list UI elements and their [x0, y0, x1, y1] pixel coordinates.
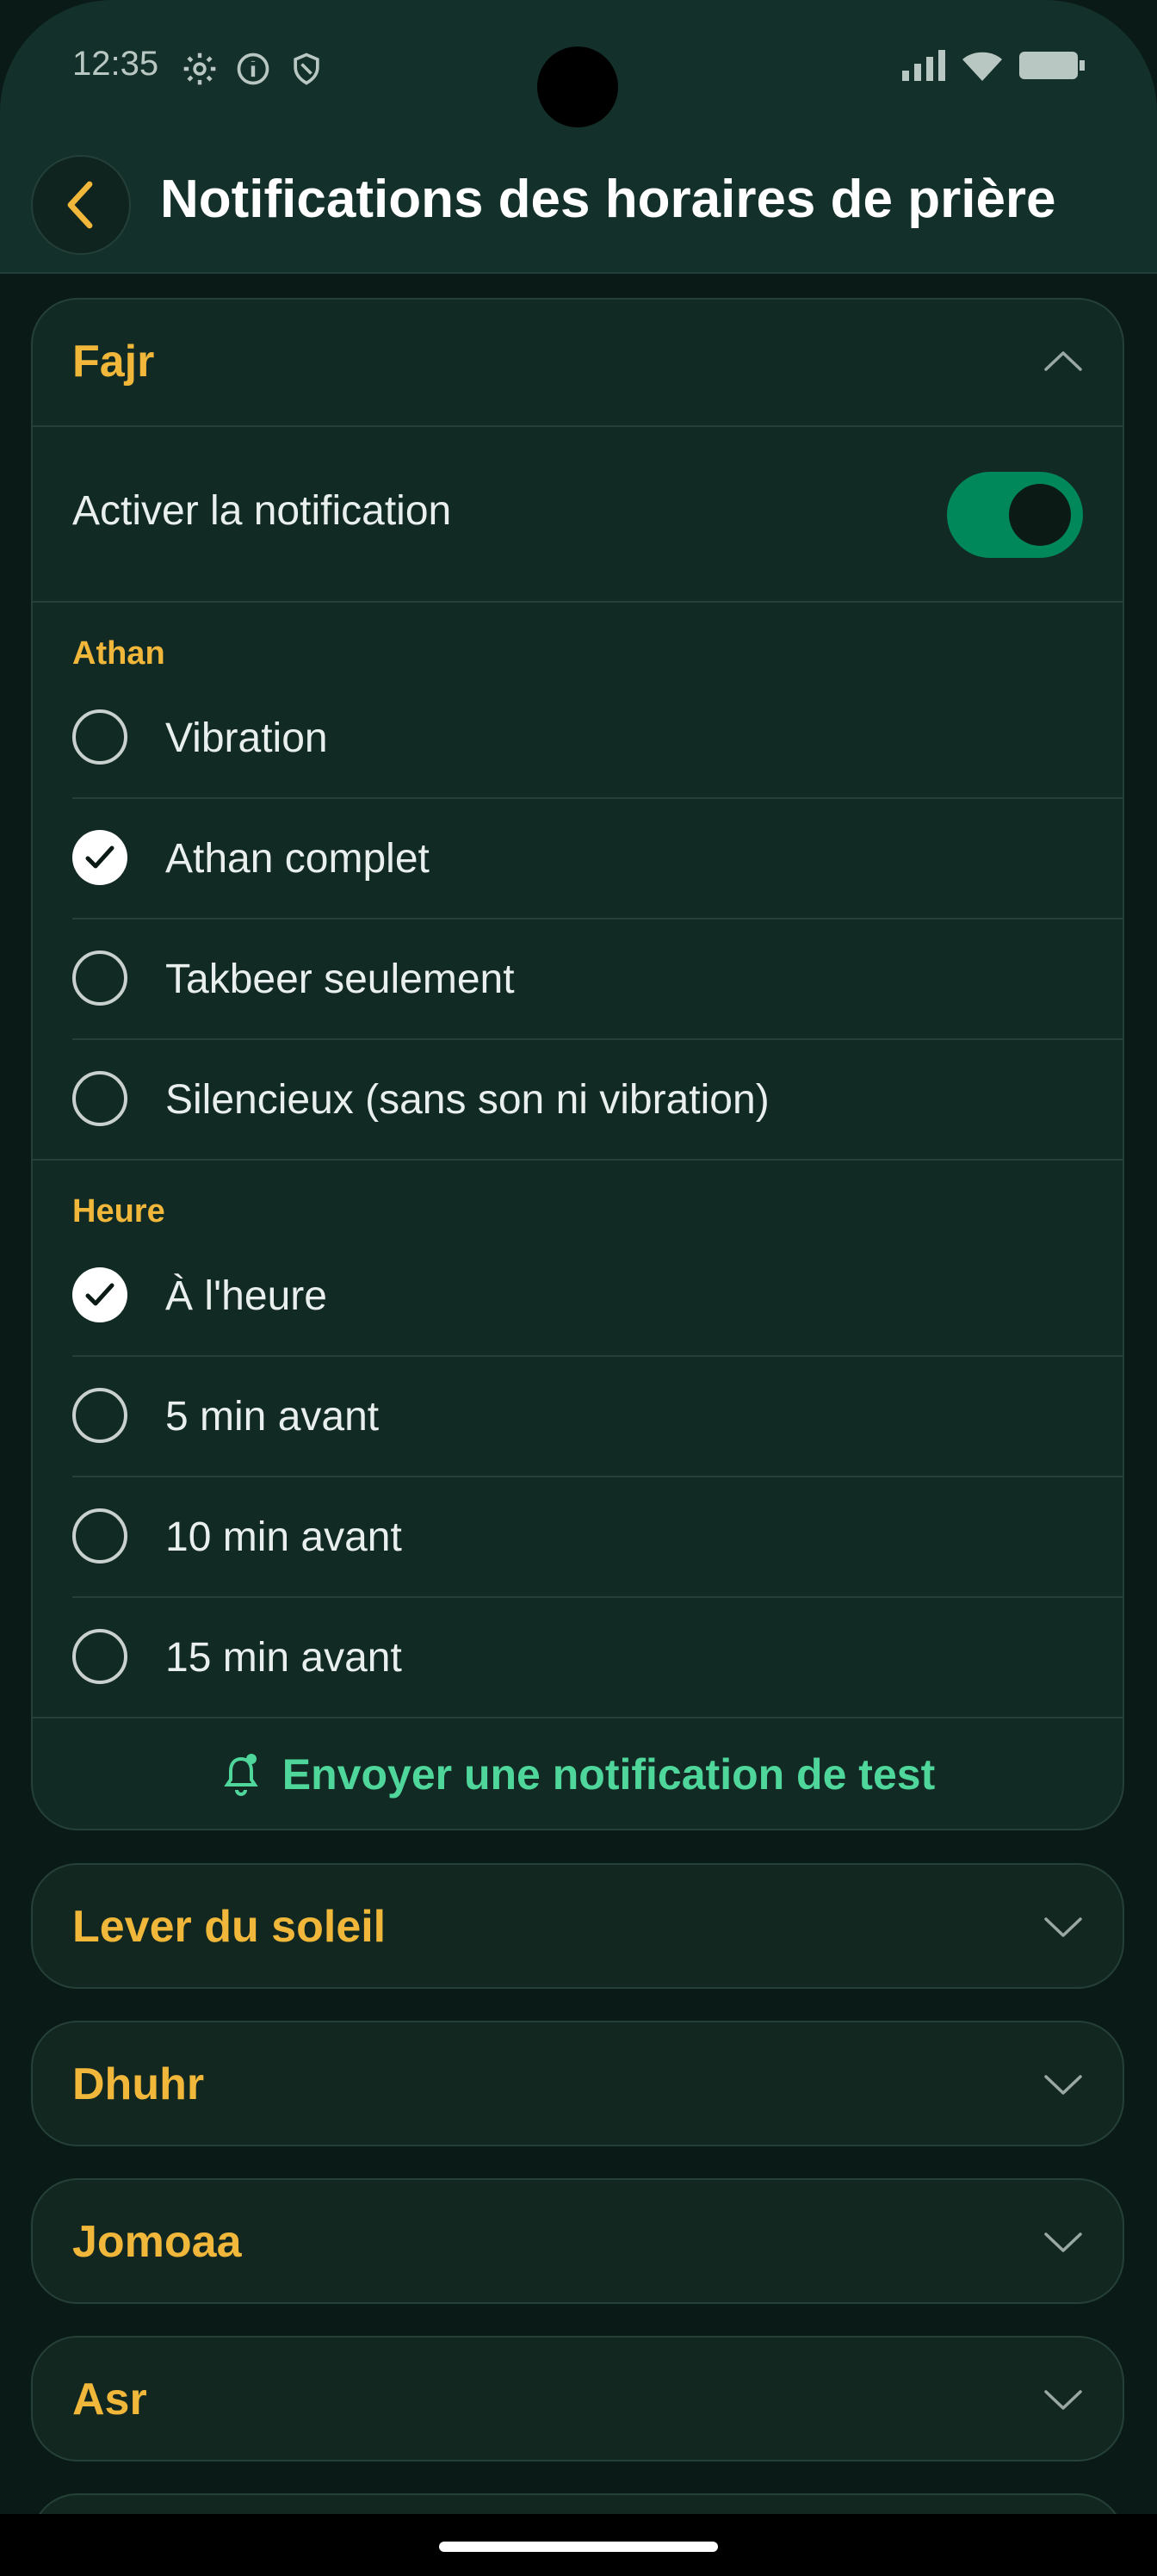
radio-unchecked[interactable] [72, 1388, 127, 1443]
wifi-icon [962, 52, 1002, 81]
battery-icon [1019, 52, 1085, 79]
radio-unchecked[interactable] [72, 951, 127, 1006]
signal-icon [902, 50, 945, 81]
checkmark-icon [85, 845, 114, 869]
prayer-title: Dhuhr [72, 2059, 205, 2109]
time-option-on-time[interactable]: À l'heure [72, 1236, 1123, 1355]
back-button[interactable] [31, 155, 131, 255]
enable-notification-label: Activer la notification [72, 488, 452, 534]
page-title: Notifications des horaires de prière [160, 170, 1056, 229]
prayer-title: Fajr [72, 337, 155, 387]
prayer-card-sunrise[interactable]: Lever du soleil [31, 1863, 1124, 1989]
prayer-card-fajr: Fajr Activer la notification Athan Vibra… [31, 298, 1124, 1830]
option-label: 10 min avant [165, 1514, 402, 1560]
option-label: Athan complet [165, 836, 430, 882]
divider [33, 1159, 1123, 1161]
athan-section-label: Athan [72, 635, 165, 672]
checkmark-icon [85, 1283, 114, 1306]
chevron-down-icon [1044, 1917, 1082, 1937]
test-button-label: Envoyer une notification de test [282, 1750, 936, 1799]
prayer-card-header-fajr[interactable]: Fajr [33, 300, 1123, 425]
divider [33, 601, 1123, 603]
radio-unchecked[interactable] [72, 1071, 127, 1126]
athan-option-silent[interactable]: Silencieux (sans son ni vibration) [72, 1040, 1123, 1159]
chevron-down-icon [1044, 2232, 1082, 2252]
back-arrow-icon [67, 181, 93, 229]
screen: 12:35 Notifications des horaires de priè… [0, 0, 1157, 2576]
prayer-title: Lever du soleil [72, 1902, 387, 1952]
radio-unchecked[interactable] [72, 1508, 127, 1564]
option-label: 5 min avant [165, 1394, 380, 1440]
time-option-10min[interactable]: 10 min avant [72, 1477, 1123, 1596]
prayer-title: Jomoaa [72, 2217, 242, 2267]
radio-unchecked[interactable] [72, 709, 127, 765]
radio-unchecked[interactable] [72, 1629, 127, 1684]
prayer-card-jomoaa[interactable]: Jomoaa [31, 2178, 1124, 2304]
chevron-down-icon [1044, 2075, 1082, 2095]
time-section-label: Heure [72, 1193, 165, 1229]
app-header: 12:35 Notifications des horaires de priè… [0, 0, 1157, 274]
status-bar: 12:35 [0, 0, 1157, 138]
settings-icon [183, 53, 216, 85]
shield-icon [294, 53, 319, 85]
time-option-5min[interactable]: 5 min avant [72, 1357, 1123, 1476]
send-test-notification-button[interactable]: Envoyer une notification de test [33, 1718, 1123, 1830]
toggle-knob [1009, 484, 1071, 546]
status-time: 12:35 [72, 45, 159, 83]
enable-notification-toggle[interactable] [947, 472, 1083, 558]
radio-checked[interactable] [72, 1267, 127, 1322]
athan-option-full[interactable]: Athan complet [72, 799, 1123, 918]
info-icon [237, 53, 269, 85]
divider [33, 425, 1123, 427]
athan-option-takbeer[interactable]: Takbeer seulement [72, 920, 1123, 1038]
chevron-down-icon [1044, 2390, 1082, 2410]
prayer-card-dhuhr[interactable]: Dhuhr [31, 2021, 1124, 2146]
prayer-title: Asr [72, 2375, 147, 2424]
home-indicator[interactable] [439, 2542, 718, 2552]
option-label: Silencieux (sans son ni vibration) [165, 1077, 770, 1123]
option-label: Takbeer seulement [165, 957, 515, 1002]
option-label: Vibration [165, 715, 328, 761]
bell-icon [224, 1754, 258, 1796]
option-label: 15 min avant [165, 1635, 402, 1681]
athan-option-vibration[interactable]: Vibration [72, 678, 1123, 797]
radio-checked[interactable] [72, 830, 127, 885]
chevron-up-icon [1044, 351, 1082, 371]
option-label: À l'heure [165, 1273, 327, 1319]
prayer-card-asr[interactable]: Asr [31, 2336, 1124, 2461]
time-option-15min[interactable]: 15 min avant [72, 1598, 1123, 1717]
camera-cutout [537, 46, 618, 127]
